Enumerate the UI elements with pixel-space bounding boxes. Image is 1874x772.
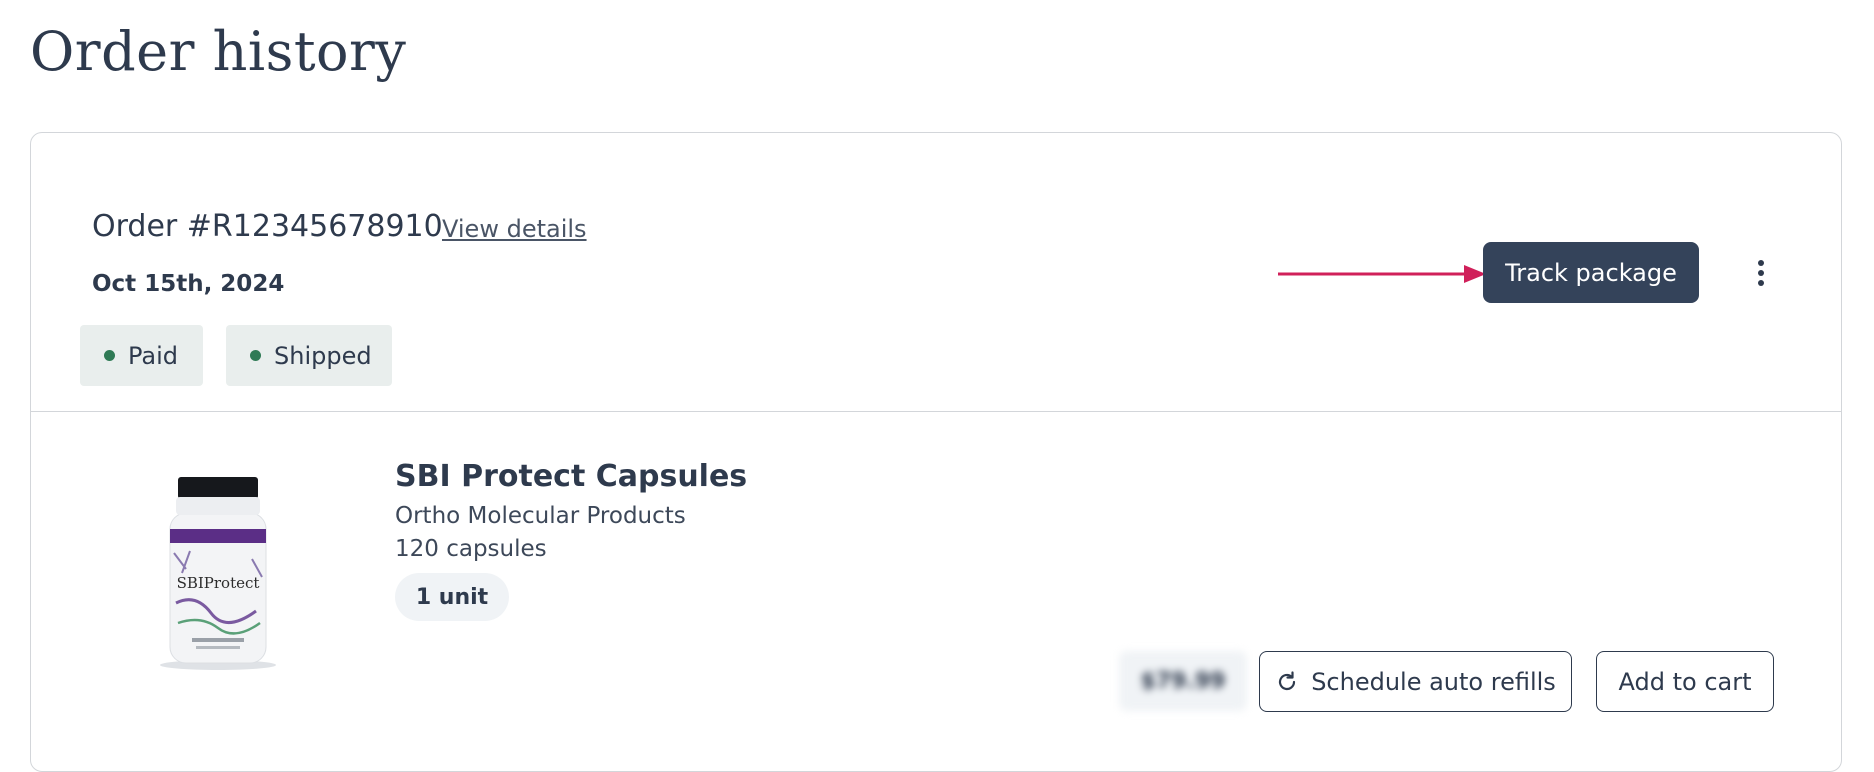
- track-package-button[interactable]: Track package: [1483, 242, 1699, 303]
- schedule-auto-refills-button[interactable]: Schedule auto refills: [1259, 651, 1572, 712]
- card-divider: [31, 411, 1841, 412]
- page-title: Order history: [30, 20, 407, 83]
- product-price: $79.99: [1119, 651, 1247, 711]
- status-badge-label: Paid: [128, 341, 179, 370]
- product-bottle-image: SBIProtect: [160, 477, 276, 670]
- product-image-label: SBIProtect: [177, 574, 260, 592]
- status-dot-icon: [104, 350, 115, 361]
- order-card: Order #R12345678910 View details Oct 15t…: [30, 132, 1842, 772]
- more-options-button[interactable]: [1746, 255, 1776, 291]
- product-name[interactable]: SBI Protect Capsules: [395, 459, 747, 494]
- product-brand: Ortho Molecular Products: [395, 503, 686, 529]
- status-badge-shipped: Shipped: [226, 325, 392, 386]
- quantity-badge: 1 unit: [395, 573, 509, 621]
- status-dot-icon: [250, 350, 261, 361]
- annotation-arrow-icon: [1278, 265, 1486, 283]
- refill-button-label: Schedule auto refills: [1311, 667, 1556, 696]
- add-to-cart-button[interactable]: Add to cart: [1596, 651, 1774, 712]
- view-details-link[interactable]: View details: [442, 215, 587, 243]
- status-badge-label: Shipped: [274, 341, 372, 370]
- order-number: Order #R12345678910: [92, 209, 443, 244]
- vertical-ellipsis-icon: [1758, 260, 1764, 286]
- order-date: Oct 15th, 2024: [92, 271, 285, 297]
- product-size: 120 capsules: [395, 536, 547, 562]
- status-badge-paid: Paid: [80, 325, 203, 386]
- refresh-icon: [1279, 670, 1296, 690]
